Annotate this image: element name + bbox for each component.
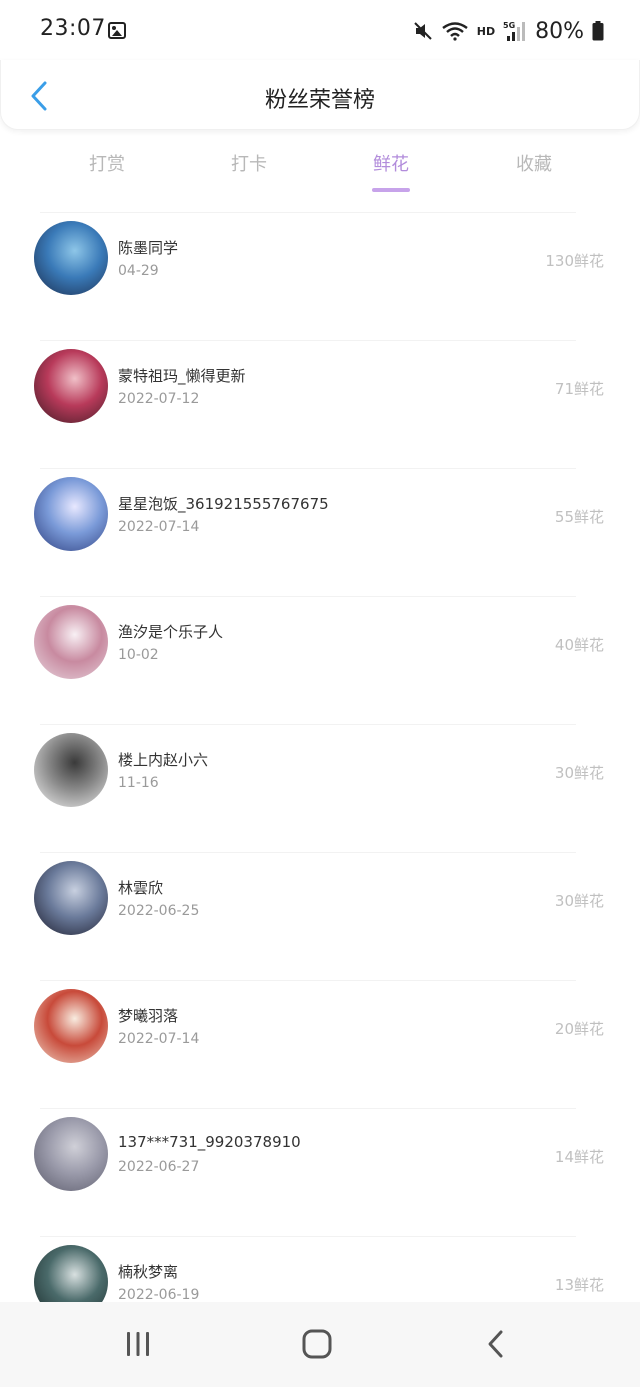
fan-date: 2022-06-25 bbox=[118, 903, 200, 919]
flower-count: 30鲜花 bbox=[554, 892, 604, 910]
system-back-button[interactable] bbox=[474, 1324, 518, 1364]
flower-count: 40鲜花 bbox=[554, 636, 604, 654]
fan-name: 梦曦羽落 bbox=[118, 1007, 179, 1025]
avatar[interactable] bbox=[34, 349, 108, 423]
avatar[interactable] bbox=[34, 861, 108, 935]
fan-list: 陈墨同学 04-29 130鲜花蒙特祖玛_懒得更新 2022-07-12 71鲜花星星泡… bbox=[0, 212, 640, 1364]
fan-name: 137***731_9920378910 bbox=[118, 1133, 301, 1151]
list-item[interactable]: 星星泡饭_361921555767675 2022-07-14 55鲜花 bbox=[34, 468, 604, 596]
home-button[interactable] bbox=[295, 1324, 339, 1364]
active-tab-indicator bbox=[372, 188, 410, 192]
mute-icon bbox=[413, 21, 433, 41]
recents-button[interactable] bbox=[116, 1324, 160, 1364]
list-item[interactable]: 蒙特祖玛_懒得更新 2022-07-12 71鲜花 bbox=[34, 340, 604, 468]
app-header: 粉丝荣誉榜 bbox=[0, 60, 640, 130]
status-bar: 23:07 HD 5G 80% bbox=[0, 0, 640, 62]
tab-reward[interactable]: 打赏 bbox=[67, 150, 147, 176]
flower-count: 55鲜花 bbox=[554, 508, 604, 526]
avatar[interactable] bbox=[34, 477, 108, 551]
tab-bar: 打赏 打卡 鲜花 收藏 bbox=[0, 140, 640, 196]
list-item[interactable]: 陈墨同学 04-29 130鲜花 bbox=[34, 212, 604, 340]
status-time: 23:07 bbox=[40, 16, 106, 41]
list-item[interactable]: 137***731_9920378910 2022-06-27 14鲜花 bbox=[34, 1108, 604, 1236]
home-icon bbox=[302, 1329, 332, 1359]
tab-checkin[interactable]: 打卡 bbox=[209, 150, 289, 176]
svg-text:5G: 5G bbox=[503, 21, 515, 30]
flower-count: 13鲜花 bbox=[554, 1276, 604, 1294]
tab-favorites[interactable]: 收藏 bbox=[494, 150, 574, 176]
fan-name: 蒙特祖玛_懒得更新 bbox=[118, 367, 246, 385]
list-item[interactable]: 渔汐是个乐子人 10-02 40鲜花 bbox=[34, 596, 604, 724]
status-icons: HD 5G 80% bbox=[413, 16, 604, 46]
avatar[interactable] bbox=[34, 989, 108, 1063]
fan-name: 渔汐是个乐子人 bbox=[118, 623, 224, 641]
list-item[interactable]: 梦曦羽落 2022-07-14 20鲜花 bbox=[34, 980, 604, 1108]
wifi-icon bbox=[441, 21, 469, 41]
page-title: 粉丝荣誉榜 bbox=[264, 88, 375, 113]
flower-count: 130鲜花 bbox=[545, 252, 604, 270]
fan-date: 2022-06-19 bbox=[118, 1287, 200, 1303]
avatar[interactable] bbox=[34, 605, 108, 679]
hd-label: HD bbox=[476, 24, 496, 38]
fan-name: 楼上内赵小六 bbox=[118, 751, 209, 769]
fan-name: 星星泡饭_361921555767675 bbox=[118, 495, 329, 513]
fan-date: 2022-07-14 bbox=[118, 1031, 200, 1047]
flower-count: 14鲜花 bbox=[554, 1148, 604, 1166]
tab-flowers[interactable]: 鲜花 bbox=[351, 150, 431, 176]
fan-name: 楠秋梦离 bbox=[118, 1263, 179, 1281]
fan-date: 2022-07-14 bbox=[118, 519, 200, 535]
avatar[interactable] bbox=[34, 221, 108, 295]
fan-date: 2022-07-12 bbox=[118, 391, 200, 407]
list-item[interactable]: 林雲欣 2022-06-25 30鲜花 bbox=[34, 852, 604, 980]
cellular-signal-icon: 5G bbox=[503, 20, 527, 42]
list-item[interactable]: 楼上内赵小六 11-16 30鲜花 bbox=[34, 724, 604, 852]
back-icon bbox=[488, 1330, 503, 1358]
system-nav-bar bbox=[0, 1302, 640, 1387]
fan-name: 陈墨同学 bbox=[118, 239, 179, 257]
flower-count: 20鲜花 bbox=[554, 1020, 604, 1038]
image-notification-icon bbox=[108, 22, 126, 39]
flower-count: 30鲜花 bbox=[554, 764, 604, 782]
fan-date: 04-29 bbox=[118, 263, 159, 279]
flower-count: 71鲜花 bbox=[554, 380, 604, 398]
fan-date: 11-16 bbox=[118, 775, 159, 791]
avatar[interactable] bbox=[34, 733, 108, 807]
fan-date: 2022-06-27 bbox=[118, 1159, 200, 1175]
fan-date: 10-02 bbox=[118, 647, 159, 663]
battery-icon bbox=[592, 21, 604, 41]
battery-percent: 80% bbox=[535, 18, 584, 44]
fan-name: 林雲欣 bbox=[118, 879, 164, 897]
recents-icon bbox=[127, 1332, 149, 1356]
avatar[interactable] bbox=[34, 1117, 108, 1191]
